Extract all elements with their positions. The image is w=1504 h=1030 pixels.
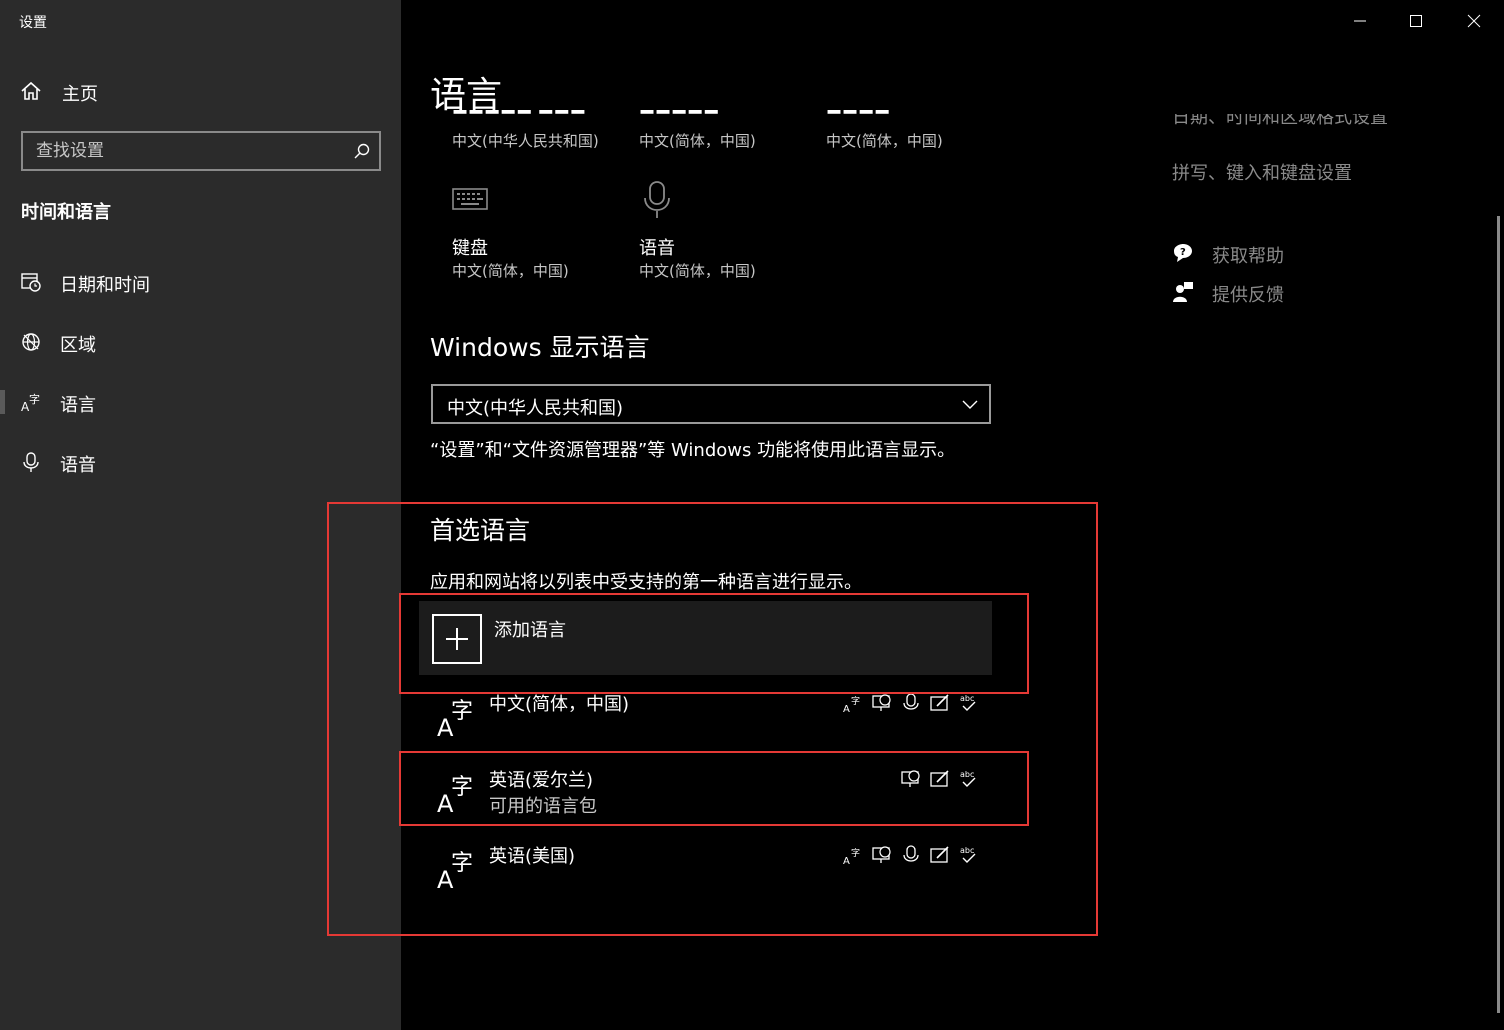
- tile-label-clipped: ▬▬▬▬▬: [639, 110, 720, 120]
- speech-recognition-icon: [900, 844, 922, 866]
- sidebar-item-language[interactable]: A字 语言: [0, 382, 401, 422]
- home-label: 主页: [62, 84, 98, 105]
- sidebar-item-speech[interactable]: 语音: [0, 442, 401, 482]
- speech-recognition-icon: [900, 692, 922, 714]
- tile-keyboard-value: 中文(简体，中国): [452, 262, 569, 280]
- chevron-down-icon: [961, 395, 979, 417]
- help-chat-icon: ?: [1172, 242, 1194, 268]
- calendar-clock-icon: [20, 271, 42, 293]
- text-to-speech-icon: [871, 844, 893, 866]
- preferred-language-description: 应用和网站将以列表中受支持的第一种语言进行显示。: [430, 572, 862, 593]
- svg-text:abc: abc: [960, 694, 974, 703]
- spellcheck-icon: abc: [958, 768, 980, 790]
- minimize-button[interactable]: [1332, 0, 1388, 42]
- keyboard-icon[interactable]: [452, 187, 488, 215]
- add-language-label: 添加语言: [494, 620, 566, 641]
- language-item-en-us[interactable]: A字 英语(美国) A字 abc: [419, 834, 992, 908]
- display-language-dropdown[interactable]: 中文(中华人民共和国): [431, 384, 991, 424]
- microphone-icon[interactable]: [642, 180, 672, 224]
- display-language-description: “设置”和“文件资源管理器”等 Windows 功能将使用此语言显示。: [430, 440, 956, 461]
- related-link-spelling-typing[interactable]: 拼写、键入和键盘设置: [1172, 159, 1352, 185]
- give-feedback-label: 提供反馈: [1212, 285, 1284, 306]
- tile-speech-value: 中文(简体，中国): [639, 262, 756, 280]
- display-language-selected: 中文(中华人民共和国): [447, 398, 624, 419]
- plus-icon: [432, 614, 482, 664]
- tile-speech-label[interactable]: 语音: [639, 234, 675, 260]
- tile-region-format-value[interactable]: 中文(简体，中国): [826, 130, 943, 151]
- spellcheck-icon: abc: [958, 692, 980, 714]
- sidebar-item-label: 区域: [60, 335, 96, 356]
- display-language-heading: Windows 显示语言: [430, 333, 650, 362]
- app-title: 设置: [19, 15, 47, 31]
- close-icon: [1467, 14, 1481, 28]
- language-icon: A字: [437, 692, 477, 742]
- tile-label-clipped: ▬▬▬▬▬ ▬▬▬: [452, 110, 586, 120]
- feedback-person-icon: [1172, 281, 1194, 307]
- svg-text:字: 字: [451, 851, 473, 876]
- svg-text:字: 字: [451, 699, 473, 724]
- handwriting-icon: [929, 844, 951, 866]
- microphone-icon: [20, 451, 42, 473]
- svg-text:字: 字: [851, 695, 860, 707]
- sidebar-item-region[interactable]: 区域: [0, 322, 401, 362]
- get-help-link[interactable]: ? 获取帮助: [1172, 242, 1284, 268]
- sidebar-item-date-time[interactable]: 日期和时间: [0, 262, 401, 302]
- text-to-speech-icon: [900, 768, 922, 790]
- svg-text:A: A: [843, 856, 850, 866]
- close-button[interactable]: [1446, 0, 1502, 42]
- minimize-icon: [1354, 20, 1366, 22]
- svg-text:字: 字: [451, 775, 473, 800]
- svg-text:?: ?: [1180, 247, 1186, 258]
- svg-text:abc: abc: [960, 846, 974, 855]
- language-name: 英语(美国): [489, 846, 576, 867]
- tile-windows-display-value[interactable]: 中文(中华人民共和国): [452, 130, 599, 151]
- language-icon: A字: [20, 391, 42, 414]
- related-link-clipped[interactable]: 日期、时间和区域格式设置: [1172, 114, 1388, 130]
- preferred-language-heading: 首选语言: [430, 516, 531, 545]
- language-icon: A字: [437, 844, 477, 894]
- get-help-label: 获取帮助: [1212, 246, 1284, 267]
- language-name: 中文(简体，中国): [489, 694, 630, 715]
- give-feedback-link[interactable]: 提供反馈: [1172, 281, 1284, 307]
- sidebar-item-label: 语言: [60, 395, 96, 416]
- globe-icon: [20, 331, 42, 353]
- section-header: 时间和语言: [21, 202, 111, 223]
- search-input[interactable]: [23, 133, 343, 169]
- sidebar-home[interactable]: 主页: [20, 80, 98, 106]
- tile-apps-value[interactable]: 中文(简体，中国): [639, 130, 756, 151]
- svg-text:字: 字: [851, 847, 860, 859]
- maximize-button[interactable]: [1388, 0, 1444, 42]
- svg-text:A: A: [843, 704, 850, 714]
- sidebar-item-label: 语音: [60, 455, 96, 476]
- language-item-en-ie[interactable]: A字 英语(爱尔兰) 可用的语言包 abc: [419, 758, 992, 832]
- language-name: 英语(爱尔兰): [489, 770, 594, 791]
- sidebar-item-label: 日期和时间: [60, 275, 150, 296]
- handwriting-icon: [929, 692, 951, 714]
- handwriting-icon: [929, 768, 951, 790]
- language-status: 可用的语言包: [489, 796, 597, 817]
- svg-text:abc: abc: [960, 770, 974, 779]
- language-item-zh-cn[interactable]: A字 中文(简体，中国) A字 abc: [419, 682, 992, 756]
- home-icon: [20, 80, 42, 106]
- scrollbar[interactable]: [1497, 216, 1500, 1013]
- sidebar: 设置 主页 时间和语言 日期和时间 区域 A字 语言 语音: [0, 0, 401, 1030]
- search-icon[interactable]: [353, 142, 371, 164]
- add-language-button[interactable]: 添加语言: [419, 601, 992, 675]
- search-box[interactable]: [21, 131, 381, 171]
- display-language-icon: A字: [842, 844, 864, 867]
- svg-text:字: 字: [29, 392, 40, 406]
- display-language-icon: A字: [842, 692, 864, 715]
- tile-label-clipped: ▬▬▬▬: [826, 110, 891, 120]
- tile-keyboard-label[interactable]: 键盘: [452, 234, 488, 260]
- language-icon: A字: [437, 768, 477, 818]
- text-to-speech-icon: [871, 692, 893, 714]
- maximize-icon: [1410, 15, 1422, 27]
- spellcheck-icon: abc: [958, 844, 980, 866]
